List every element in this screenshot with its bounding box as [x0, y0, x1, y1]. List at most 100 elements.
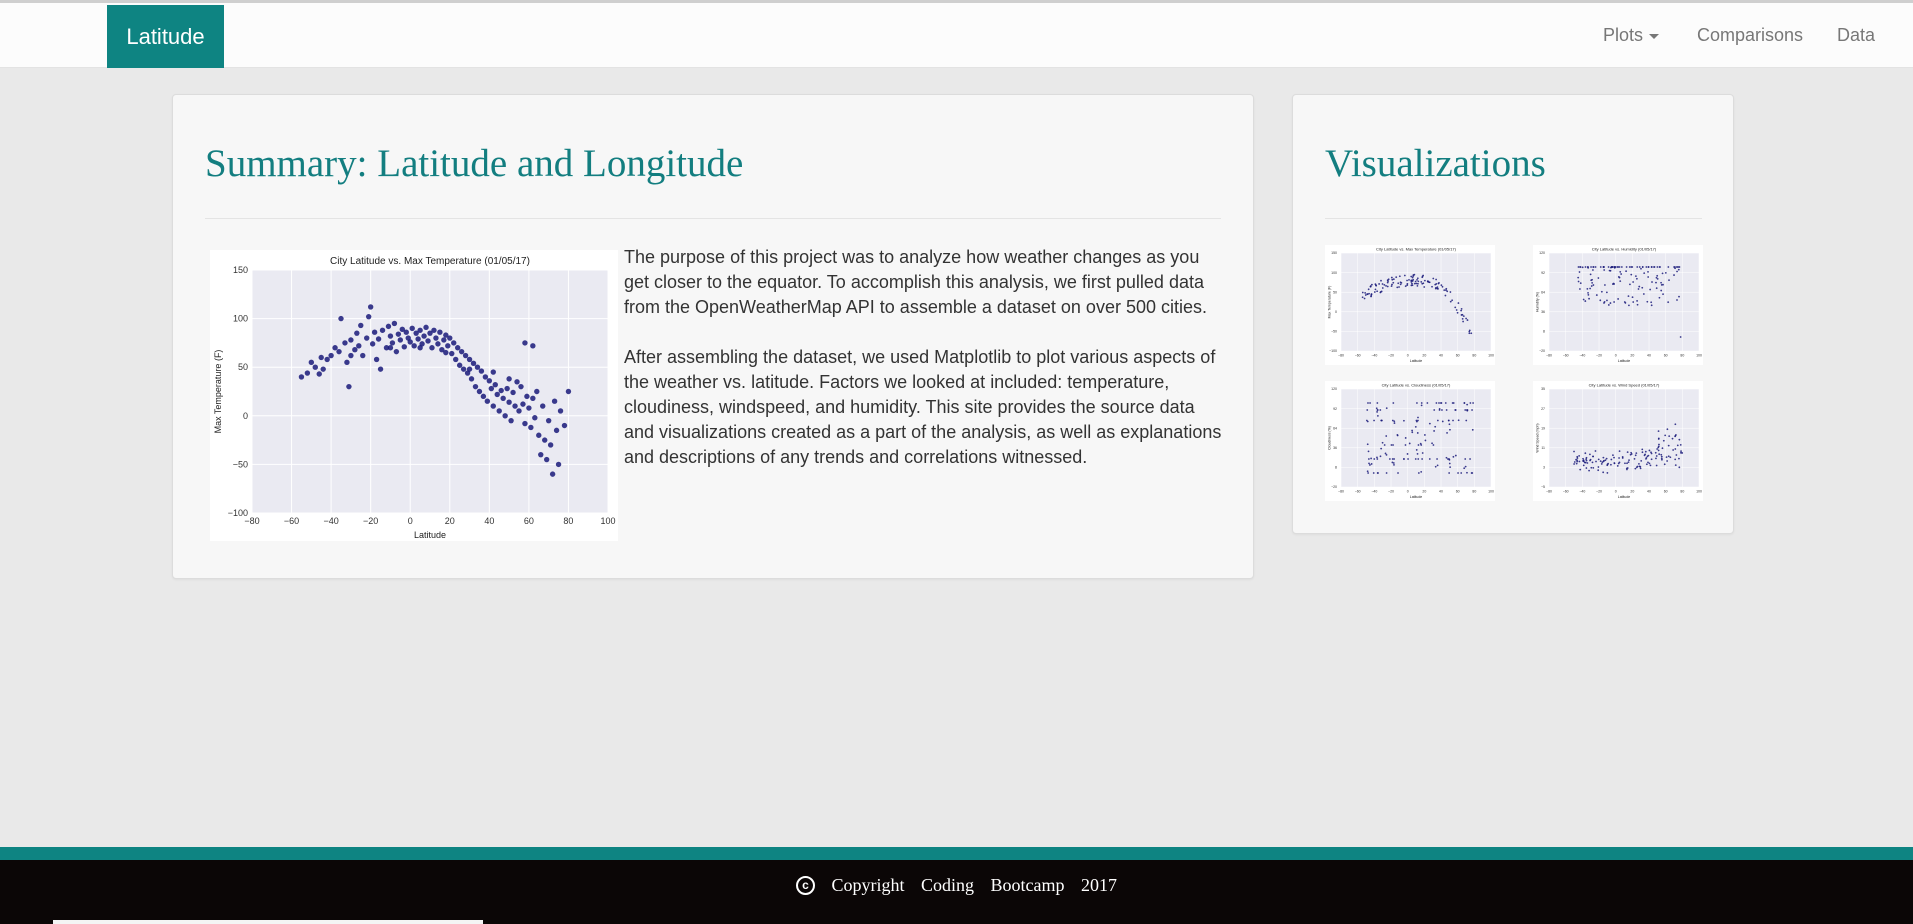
x-tick-label: 80 [1680, 490, 1684, 494]
data-point [1579, 468, 1582, 471]
data-point [1592, 284, 1595, 286]
data-point [1412, 278, 1415, 281]
data-point [1435, 286, 1437, 289]
data-point [1630, 273, 1633, 276]
x-tick-label: 60 [1664, 490, 1668, 494]
data-point [1364, 292, 1367, 294]
data-point [1361, 296, 1364, 299]
data-point [1466, 409, 1469, 411]
data-point [1603, 302, 1605, 304]
data-point [1368, 462, 1370, 465]
data-point [1655, 464, 1658, 467]
data-point [454, 345, 461, 351]
data-point [1627, 461, 1630, 463]
data-point [1589, 287, 1592, 290]
data-point [1645, 456, 1648, 459]
y-tick-label: 0 [1335, 310, 1337, 314]
nav-plots-dropdown[interactable]: Plots [1603, 3, 1660, 68]
data-point [1381, 441, 1384, 444]
data-point [482, 374, 489, 380]
data-point [1448, 458, 1451, 461]
data-point [1472, 402, 1474, 404]
data-point [1602, 266, 1605, 268]
data-point [542, 437, 548, 443]
data-point [1648, 462, 1651, 465]
data-point [557, 408, 564, 414]
data-point [1602, 471, 1605, 474]
thumb-wind-speed[interactable]: −80 −60 −40 −20 0 20 40 60 80 100 −5 3 11 19 27 35 City … [1533, 381, 1703, 501]
data-point [1444, 294, 1447, 297]
visualizations-panel: Visualizations −80 −60 −40 −20 0 20 40 60 80 100−… [1292, 94, 1734, 534]
data-point [1411, 431, 1414, 434]
data-point [1393, 422, 1396, 424]
data-point [336, 348, 342, 355]
plot-area [1549, 389, 1699, 487]
data-point [1391, 458, 1394, 460]
data-point [1644, 450, 1647, 453]
data-point [1466, 403, 1469, 406]
data-point [1373, 458, 1376, 460]
data-point [1585, 467, 1588, 469]
y-axis-label: Wind Speed (mph) [1536, 423, 1540, 452]
data-point [1660, 283, 1663, 286]
data-point [1449, 291, 1452, 293]
data-point [536, 432, 542, 438]
data-point [1645, 463, 1648, 466]
data-point [1391, 461, 1394, 464]
x-tick-label: 20 [1422, 354, 1426, 358]
data-point [490, 403, 496, 409]
thumb-humidity[interactable]: −80 −60 −40 −20 0 20 40 60 80 100 −20 8 36 64 92 120 Cit… [1533, 245, 1703, 365]
data-point [365, 313, 372, 320]
thumb-cloudiness[interactable]: −80 −60 −40 −20 0 20 40 60 80 100 −20 8 36 64 92 120 Cit… [1325, 381, 1495, 501]
data-point [1388, 458, 1391, 460]
data-point [1441, 409, 1443, 411]
data-point [510, 389, 516, 396]
data-point [1386, 285, 1389, 288]
data-point [1435, 402, 1438, 404]
data-point [1655, 281, 1657, 284]
data-point [1373, 419, 1375, 422]
x-tick-label: −80 [1546, 490, 1552, 494]
y-tick-label: 27 [1541, 407, 1545, 411]
data-point [332, 345, 338, 351]
data-point [1610, 266, 1612, 269]
y-axis-label: Cloudiness (%) [1328, 426, 1332, 450]
footer-scroll-bar [53, 920, 483, 924]
data-point [1414, 280, 1417, 283]
x-tick-label: −20 [1596, 354, 1602, 358]
data-point [1403, 419, 1405, 422]
copyright-icon: c [795, 876, 815, 895]
data-point [1674, 464, 1677, 467]
data-point [1613, 462, 1616, 464]
data-point [456, 362, 463, 368]
data-point [1573, 463, 1576, 465]
data-point [494, 391, 500, 398]
footer-copyright: c Copyright Coding Bootcamp 2017 [0, 875, 1913, 896]
x-tick-label: 20 [1630, 490, 1634, 494]
data-point [1416, 277, 1419, 280]
x-tick-label: 40 [1439, 354, 1443, 358]
nav-data-link[interactable]: Data [1837, 3, 1875, 68]
data-point [1667, 301, 1670, 304]
nav-comparisons-link[interactable]: Comparisons [1697, 3, 1803, 68]
data-point [526, 405, 532, 411]
data-point [1649, 288, 1652, 291]
data-point [1434, 283, 1437, 286]
thumb-temperature[interactable]: −80 −60 −40 −20 0 20 40 60 80 100 −100 −50 0 50 100 150… [1325, 245, 1495, 365]
brand-link[interactable]: Latitude [107, 5, 224, 68]
data-point [1417, 472, 1420, 474]
data-point [1613, 266, 1616, 268]
plot-area [1341, 253, 1491, 351]
data-point [520, 401, 526, 407]
data-point [1367, 450, 1370, 453]
data-point [1461, 317, 1464, 320]
data-point [1595, 460, 1597, 463]
data-point [561, 422, 568, 429]
data-point [1421, 458, 1424, 460]
data-point [1579, 266, 1582, 268]
data-point [1403, 274, 1406, 277]
data-point [1438, 281, 1440, 284]
data-point [1678, 266, 1681, 268]
data-point [1639, 465, 1642, 468]
data-point [1653, 266, 1656, 268]
